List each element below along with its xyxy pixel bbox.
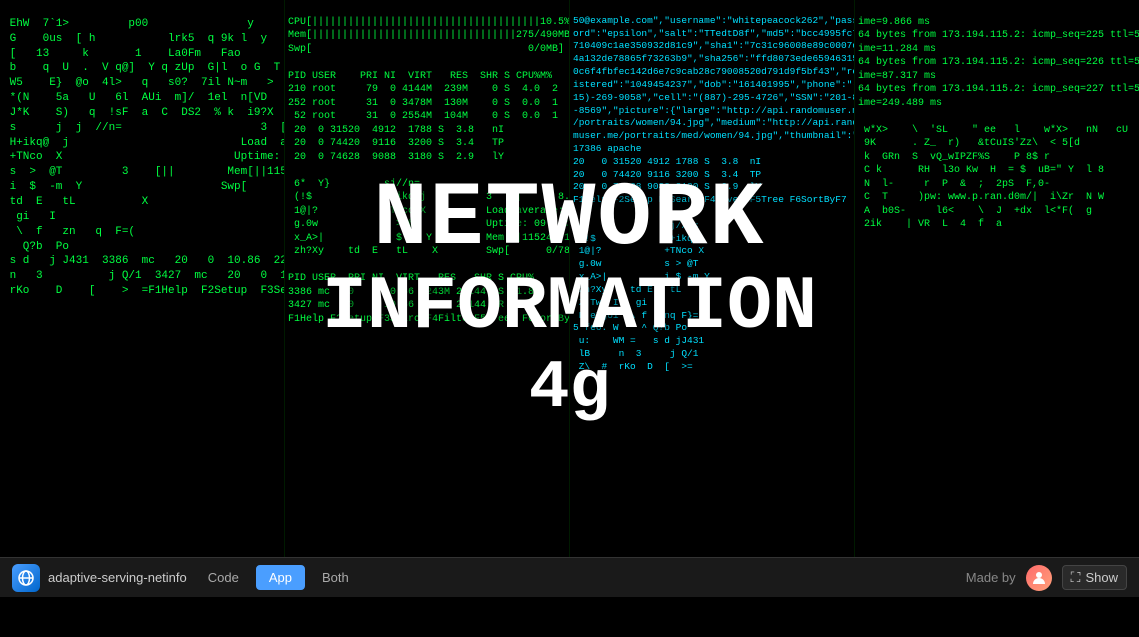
- app-name-label: adaptive-serving-netinfo: [48, 570, 187, 585]
- bottom-left-section: adaptive-serving-netinfo Code App Both: [12, 564, 362, 592]
- tab-buttons-group: Code App Both: [195, 565, 362, 590]
- bottom-bar: adaptive-serving-netinfo Code App Both M…: [0, 557, 1139, 597]
- terminal-col-4: ime=9.866 ms 64 bytes from 173.194.115.2…: [854, 0, 1139, 557]
- terminal-col-3: 50@example.com","username":"whitepeacock…: [569, 0, 854, 557]
- app-icon: [12, 564, 40, 592]
- bottom-right-section: Made by ⛶ Show: [966, 565, 1127, 591]
- tab-both-button[interactable]: Both: [309, 565, 362, 590]
- made-by-label: Made by: [966, 570, 1016, 585]
- show-button[interactable]: ⛶ Show: [1062, 565, 1127, 590]
- terminal-col-2: CPU[||||||||||||||||||||||||||||||||||||…: [284, 0, 569, 557]
- terminal-col-1: EhW 7`1> p00 y hC k [h0 ( 9 z l G 0us [ …: [0, 0, 284, 557]
- tab-code-button[interactable]: Code: [195, 565, 252, 590]
- tab-app-button[interactable]: App: [256, 565, 305, 590]
- show-icon: ⛶: [1071, 569, 1081, 586]
- terminal-background: EhW 7`1> p00 y hC k [h0 ( 9 z l G 0us [ …: [0, 0, 1139, 597]
- avatar: [1026, 565, 1052, 591]
- show-button-label: Show: [1085, 570, 1118, 585]
